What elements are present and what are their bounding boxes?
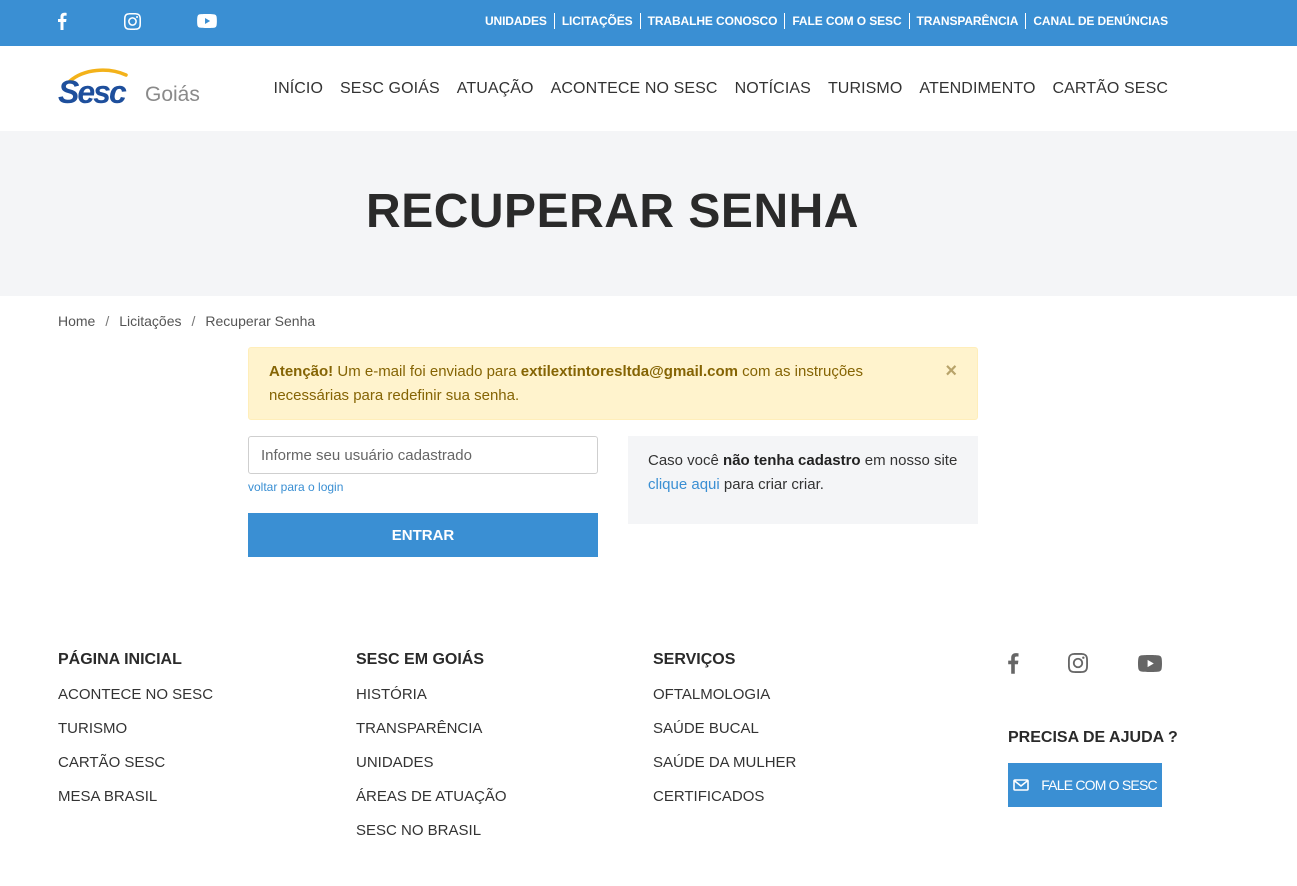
facebook-icon[interactable] xyxy=(54,11,70,31)
alert-text-before: Um e-mail foi enviado para xyxy=(333,363,521,380)
breadcrumb: Home / Licitações / Recuperar Senha xyxy=(58,313,315,329)
alert-close-button[interactable]: × xyxy=(945,360,957,382)
youtube-icon[interactable] xyxy=(1137,651,1163,675)
top-link-transparencia[interactable]: TRANSPARÊNCIA xyxy=(908,13,1026,29)
page-title: RECUPERAR SENHA xyxy=(366,185,859,238)
nav-atendimento[interactable]: ATENDIMENTO xyxy=(919,80,1035,98)
top-link-canal-de-denuncias[interactable]: CANAL DE DENÚNCIAS xyxy=(1025,13,1168,29)
footer-link[interactable]: CARTÃO SESC xyxy=(58,754,213,772)
info-strong: não tenha cadastro xyxy=(723,452,861,469)
youtube-icon[interactable] xyxy=(196,11,218,31)
create-account-link[interactable]: clique aqui xyxy=(648,476,720,493)
submit-button[interactable]: ENTRAR xyxy=(248,513,598,557)
footer-column-sesc-em-goias: SESC EM GOIÁS HISTÓRIA TRANSPARÊNCIA UNI… xyxy=(356,651,507,840)
no-account-info: Caso você não tenha cadastro em nosso si… xyxy=(628,436,978,524)
nav-acontece-no-sesc[interactable]: ACONTECE NO SESC xyxy=(551,80,718,98)
help-title: PRECISA DE AJUDA ? xyxy=(1008,729,1178,746)
site-header: Sesc Goiás INÍCIO SESC GOIÁS ATUAÇÃO ACO… xyxy=(0,46,1297,131)
footer-link[interactable]: SAÚDE BUCAL xyxy=(653,720,796,738)
nav-cartao-sesc[interactable]: CARTÃO SESC xyxy=(1053,80,1169,98)
nav-inicio[interactable]: INÍCIO xyxy=(274,80,324,98)
footer-column-servicos: SERVIÇOS OFTALMOLOGIA SAÚDE BUCAL SAÚDE … xyxy=(653,651,796,806)
footer-column-title: PÁGINA INICIAL xyxy=(58,651,182,668)
info-text-middle: em nosso site xyxy=(860,452,958,469)
back-to-login-link[interactable]: voltar para o login xyxy=(248,480,343,494)
nav-sesc-goias[interactable]: SESC GOIÁS xyxy=(340,80,440,98)
top-link-unidades[interactable]: UNIDADES xyxy=(478,13,554,29)
nav-atuacao[interactable]: ATUAÇÃO xyxy=(457,80,534,98)
nav-noticias[interactable]: NOTÍCIAS xyxy=(735,80,811,98)
page-banner: RECUPERAR SENHA xyxy=(0,131,1297,296)
breadcrumb-licitacoes[interactable]: Licitações xyxy=(119,313,181,329)
footer-link[interactable]: SAÚDE DA MULHER xyxy=(653,754,796,772)
footer-column-pagina-inicial: PÁGINA INICIAL ACONTECE NO SESC TURISMO … xyxy=(58,651,213,806)
footer-link[interactable]: OFTALMOLOGIA xyxy=(653,686,796,704)
footer-link[interactable]: MESA BRASIL xyxy=(58,788,213,806)
logo-region: Goiás xyxy=(145,83,200,106)
footer-link[interactable]: ACONTECE NO SESC xyxy=(58,686,213,704)
warning-alert: Atenção! Um e-mail foi enviado para exti… xyxy=(248,347,978,420)
alert-strong: Atenção! xyxy=(269,363,334,380)
utility-links: UNIDADES LICITAÇÕES TRABALHE CONOSCO FAL… xyxy=(478,13,1168,29)
footer-link[interactable]: CERTIFICADOS xyxy=(653,788,796,806)
breadcrumb-separator: / xyxy=(105,313,110,329)
instagram-icon[interactable] xyxy=(122,11,142,31)
top-bar: UNIDADES LICITAÇÕES TRABALHE CONOSCO FAL… xyxy=(0,0,1297,46)
top-link-licitacoes[interactable]: LICITAÇÕES xyxy=(553,13,640,29)
instagram-icon[interactable] xyxy=(1067,651,1089,675)
footer-column-title: SERVIÇOS xyxy=(653,651,736,668)
logo-wordmark: Sesc xyxy=(58,74,127,110)
contact-button-label: FALE COM O SESC xyxy=(1041,777,1157,793)
footer-link[interactable]: TRANSPARÊNCIA xyxy=(356,720,507,738)
envelope-icon xyxy=(1013,779,1030,791)
main-nav: INÍCIO SESC GOIÁS ATUAÇÃO ACONTECE NO SE… xyxy=(257,80,1168,98)
footer-link[interactable]: SESC NO BRASIL xyxy=(356,822,507,840)
breadcrumb-current: Recuperar Senha xyxy=(205,313,316,329)
contact-button[interactable]: FALE COM O SESC xyxy=(1008,763,1162,807)
footer-column-title: SESC EM GOIÁS xyxy=(356,651,485,668)
top-link-trabalhe-conosco[interactable]: TRABALHE CONOSCO xyxy=(639,13,785,29)
username-input[interactable] xyxy=(248,436,598,474)
footer-link[interactable]: TURISMO xyxy=(58,720,213,738)
nav-turismo[interactable]: TURISMO xyxy=(828,80,902,98)
alert-email: extilextintoresltda@gmail.com xyxy=(520,363,738,380)
info-text-before: Caso você xyxy=(648,452,724,469)
footer-link[interactable]: ÁREAS DE ATUAÇÃO xyxy=(356,788,507,806)
breadcrumb-home[interactable]: Home xyxy=(58,313,95,329)
footer-link[interactable]: HISTÓRIA xyxy=(356,686,507,704)
sesc-goias-logo[interactable]: Sesc Goiás xyxy=(58,68,200,110)
facebook-icon[interactable] xyxy=(1005,651,1021,675)
top-link-fale-com-o-sesc[interactable]: FALE COM O SESC xyxy=(784,13,908,29)
breadcrumb-separator: / xyxy=(191,313,196,329)
info-text-after: para criar criar. xyxy=(719,476,824,493)
footer-link[interactable]: UNIDADES xyxy=(356,754,507,772)
